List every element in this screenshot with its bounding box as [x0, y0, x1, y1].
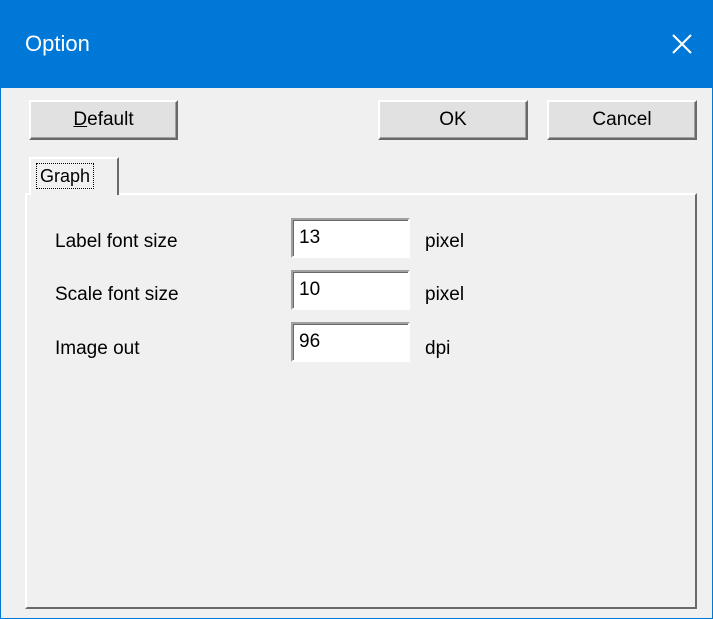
option-dialog: Option Default OK Cancel Graph Label fon… — [0, 0, 713, 619]
default-button-mnemonic: D — [73, 109, 88, 130]
ok-button[interactable]: OK — [378, 100, 528, 140]
image-out-unit: dpi — [425, 338, 451, 359]
title-bar: Option — [1, 0, 712, 88]
image-out-label: Image out — [55, 338, 140, 359]
cancel-button[interactable]: Cancel — [547, 100, 697, 140]
scale-font-size-unit: pixel — [425, 284, 465, 305]
scale-font-size-field[interactable] — [291, 270, 410, 310]
tab-graph-label: Graph — [35, 163, 95, 189]
tab-graph[interactable]: Graph — [29, 157, 119, 195]
image-out-field[interactable] — [291, 322, 410, 362]
label-font-size-field[interactable] — [291, 218, 410, 258]
default-button-label: efault — [87, 109, 134, 130]
label-font-size-label: Label font size — [55, 231, 178, 252]
window-title: Option — [25, 31, 90, 56]
close-icon — [672, 34, 692, 54]
scale-font-size-label: Scale font size — [55, 284, 179, 305]
close-button[interactable] — [652, 0, 712, 88]
default-button[interactable]: Default — [29, 100, 178, 140]
label-font-size-unit: pixel — [425, 231, 465, 252]
